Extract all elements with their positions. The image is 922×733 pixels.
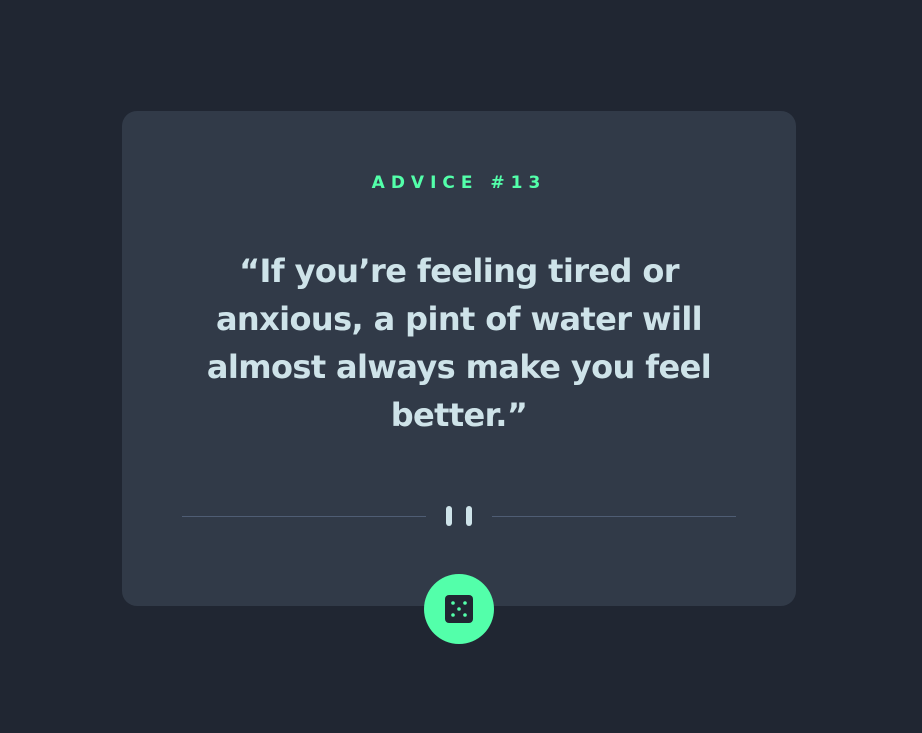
- pause-icon: [446, 506, 472, 526]
- dice-icon: [445, 595, 473, 623]
- advice-number-heading: ADVICE #13: [371, 173, 547, 193]
- divider-line-right: [492, 516, 736, 517]
- advice-card: ADVICE #13 “If you’re feeling tired or a…: [122, 111, 796, 606]
- divider-line-left: [182, 516, 426, 517]
- new-advice-button[interactable]: [424, 574, 494, 644]
- advice-quote: “If you’re feeling tired or anxious, a p…: [206, 252, 712, 434]
